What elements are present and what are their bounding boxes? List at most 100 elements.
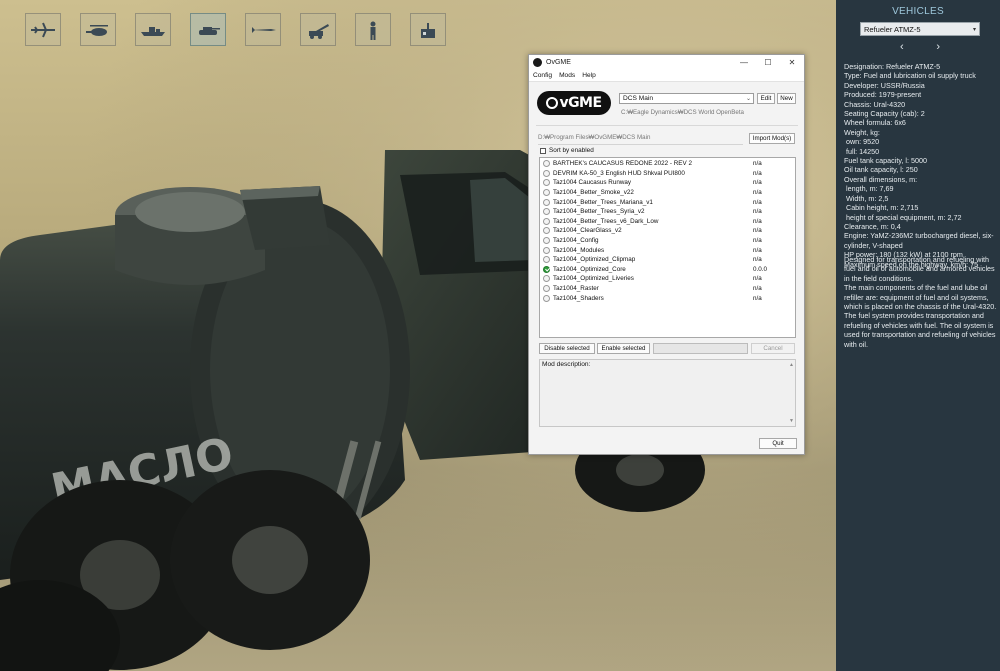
mod-version: n/a: [753, 227, 762, 235]
spec-line: Oil tank capacity, l: 250: [844, 165, 918, 175]
disable-selected-button[interactable]: Disable selected: [539, 343, 595, 354]
description-line: refiller are: equipment of fuel and oil …: [844, 292, 989, 302]
mod-row[interactable]: Taz1004_Better_Smoke_v22 n/a: [540, 188, 795, 198]
description-line: used for transportation and refueling of…: [844, 330, 996, 340]
category-button-missile[interactable]: [245, 13, 281, 46]
spec-line: Width, m: 2,5: [844, 193, 889, 203]
progress-bar: [653, 343, 748, 354]
mod-name: Taz1004_Modules: [553, 246, 605, 254]
mod-row[interactable]: Taz1004_Modules n/a: [540, 245, 795, 255]
mod-version: n/a: [753, 189, 762, 197]
disabled-status-icon[interactable]: [543, 237, 550, 245]
enable-selected-button[interactable]: Enable selected: [597, 343, 650, 354]
category-button-helicopter[interactable]: [80, 13, 116, 46]
mod-row[interactable]: BARTHEK's CAUCASUS REDONE 2022 - REV 2 n/…: [540, 159, 795, 169]
mod-row[interactable]: Taz1004_Optimized_Liveries n/a: [540, 274, 795, 284]
category-button-tank[interactable]: [190, 13, 226, 46]
chevron-down-icon: ⌄: [745, 96, 751, 102]
vehicle-select[interactable]: Refueler ATMZ-5 ▾: [860, 22, 980, 36]
mod-name: DEVRIM KA-50_3 English HUD Shkval PUI800: [553, 169, 685, 177]
mod-name: Taz1004_Raster: [553, 285, 599, 293]
disabled-status-icon[interactable]: [543, 160, 550, 168]
vehicles-panel: VEHICLES Refueler ATMZ-5 ▾ ‹ › Designati…: [836, 0, 1000, 671]
mod-row[interactable]: Taz1004_Raster n/a: [540, 284, 795, 294]
menu-help[interactable]: Help: [582, 72, 596, 79]
disabled-status-icon[interactable]: [543, 208, 550, 216]
new-config-button[interactable]: New: [777, 93, 796, 104]
category-button-fighter-jet[interactable]: [25, 13, 61, 46]
mod-name: Taz1004_Better_Trees_v6_Dark_Low: [553, 217, 659, 225]
previous-vehicle-button[interactable]: ‹: [900, 41, 904, 53]
app-icon: [533, 58, 542, 67]
mod-name: Taz1004_Config: [553, 237, 599, 245]
mod-row[interactable]: Taz1004_Optimized_Clipmap n/a: [540, 255, 795, 265]
config-select-value: DCS Main: [623, 95, 654, 102]
spec-line: height of special equipment, m: 2,72: [844, 212, 962, 222]
mod-name: Taz1004_Better_Trees_Syria_v2: [553, 208, 645, 216]
mod-row[interactable]: Taz1004_Better_Trees_v6_Dark_Low n/a: [540, 217, 795, 227]
disabled-status-icon[interactable]: [543, 256, 550, 264]
disabled-status-icon[interactable]: [543, 169, 550, 177]
mod-version: n/a: [753, 217, 762, 225]
mod-description-box[interactable]: Mod description: ▲ ▼: [539, 359, 796, 427]
disabled-status-icon[interactable]: [543, 227, 550, 235]
mod-list[interactable]: BARTHEK's CAUCASUS REDONE 2022 - REV 2 n/…: [539, 157, 796, 338]
category-button-soldier[interactable]: [355, 13, 391, 46]
mod-name: Taz1004_Optimized_Clipmap: [553, 256, 636, 264]
mod-row[interactable]: Taz1004_Optimized_Core 0.0.0: [540, 265, 795, 275]
spec-line: length, m: 7,69: [844, 184, 894, 194]
minimize-button[interactable]: —: [732, 58, 756, 67]
game-path: C:₩Eagle Dynamics₩DCS World OpenBeta: [621, 109, 744, 116]
mod-row[interactable]: Taz1004_Config n/a: [540, 236, 795, 246]
category-button-ship[interactable]: [135, 13, 171, 46]
mod-row[interactable]: Taz1004_Better_Trees_Mariana_v1 n/a: [540, 197, 795, 207]
enabled-check-icon[interactable]: [543, 265, 550, 273]
mod-row[interactable]: Taz1004_ClearGlass_v2 n/a: [540, 226, 795, 236]
disabled-status-icon[interactable]: [543, 275, 550, 283]
mod-version: n/a: [753, 169, 762, 177]
sort-checkbox[interactable]: [540, 147, 546, 154]
disabled-status-icon[interactable]: [543, 179, 550, 187]
sort-by-enabled[interactable]: Sort by enabled: [540, 147, 594, 154]
category-button-artillery[interactable]: [300, 13, 336, 46]
mod-row[interactable]: Taz1004_Better_Trees_Syria_v2 n/a: [540, 207, 795, 217]
next-vehicle-button[interactable]: ›: [936, 41, 940, 53]
mod-row[interactable]: Taz1004_Shaders n/a: [540, 293, 795, 303]
spec-line: Chassis: Ural-4320: [844, 99, 906, 109]
import-mods-button[interactable]: Import Mod(s): [749, 133, 795, 144]
disabled-status-icon[interactable]: [543, 217, 550, 225]
spec-line: Type: Fuel and lubrication oil supply tr…: [844, 71, 976, 81]
spec-line: Seating Capacity (cab): 2: [844, 109, 925, 119]
description-scrollbar[interactable]: ▲ ▼: [789, 362, 794, 424]
menu-config[interactable]: Config: [533, 72, 552, 79]
disabled-status-icon[interactable]: [543, 294, 550, 302]
mod-version: n/a: [753, 256, 762, 264]
mod-description-label: Mod description:: [542, 361, 591, 368]
spec-line: Wheel formula: 6x6: [844, 118, 906, 128]
mod-version: 0.0.0: [753, 265, 768, 273]
category-button-structure[interactable]: [410, 13, 446, 46]
maximize-button[interactable]: ☐: [756, 58, 780, 67]
quit-button[interactable]: Quit: [759, 438, 797, 449]
mod-row[interactable]: DEVRIM KA-50_3 English HUD Shkval PUI800…: [540, 169, 795, 179]
disabled-status-icon[interactable]: [543, 189, 550, 197]
scroll-up-icon[interactable]: ▲: [789, 362, 794, 368]
structure-icon: [421, 22, 435, 38]
mod-version: n/a: [753, 198, 762, 206]
config-select[interactable]: DCS Main ⌄: [619, 93, 754, 104]
mod-row[interactable]: Taz1004 Caucasus Runway n/a: [540, 178, 795, 188]
chevron-down-icon: ▾: [972, 26, 976, 33]
mod-name: Taz1004_Better_Trees_Mariana_v1: [553, 198, 653, 206]
vehicle-nav: ‹ ›: [900, 41, 940, 53]
disabled-status-icon[interactable]: [543, 285, 550, 293]
disabled-status-icon[interactable]: [543, 198, 550, 206]
close-button[interactable]: ✕: [780, 58, 804, 67]
cancel-button[interactable]: Cancel: [751, 343, 795, 354]
menu-mods[interactable]: Mods: [559, 72, 575, 79]
scroll-down-icon[interactable]: ▼: [789, 418, 794, 424]
logo-text: vGME: [559, 95, 602, 111]
ship-icon: [141, 26, 165, 36]
disabled-status-icon[interactable]: [543, 246, 550, 254]
spec-line: Overall dimensions, m:: [844, 174, 918, 184]
edit-config-button[interactable]: Edit: [757, 93, 775, 104]
